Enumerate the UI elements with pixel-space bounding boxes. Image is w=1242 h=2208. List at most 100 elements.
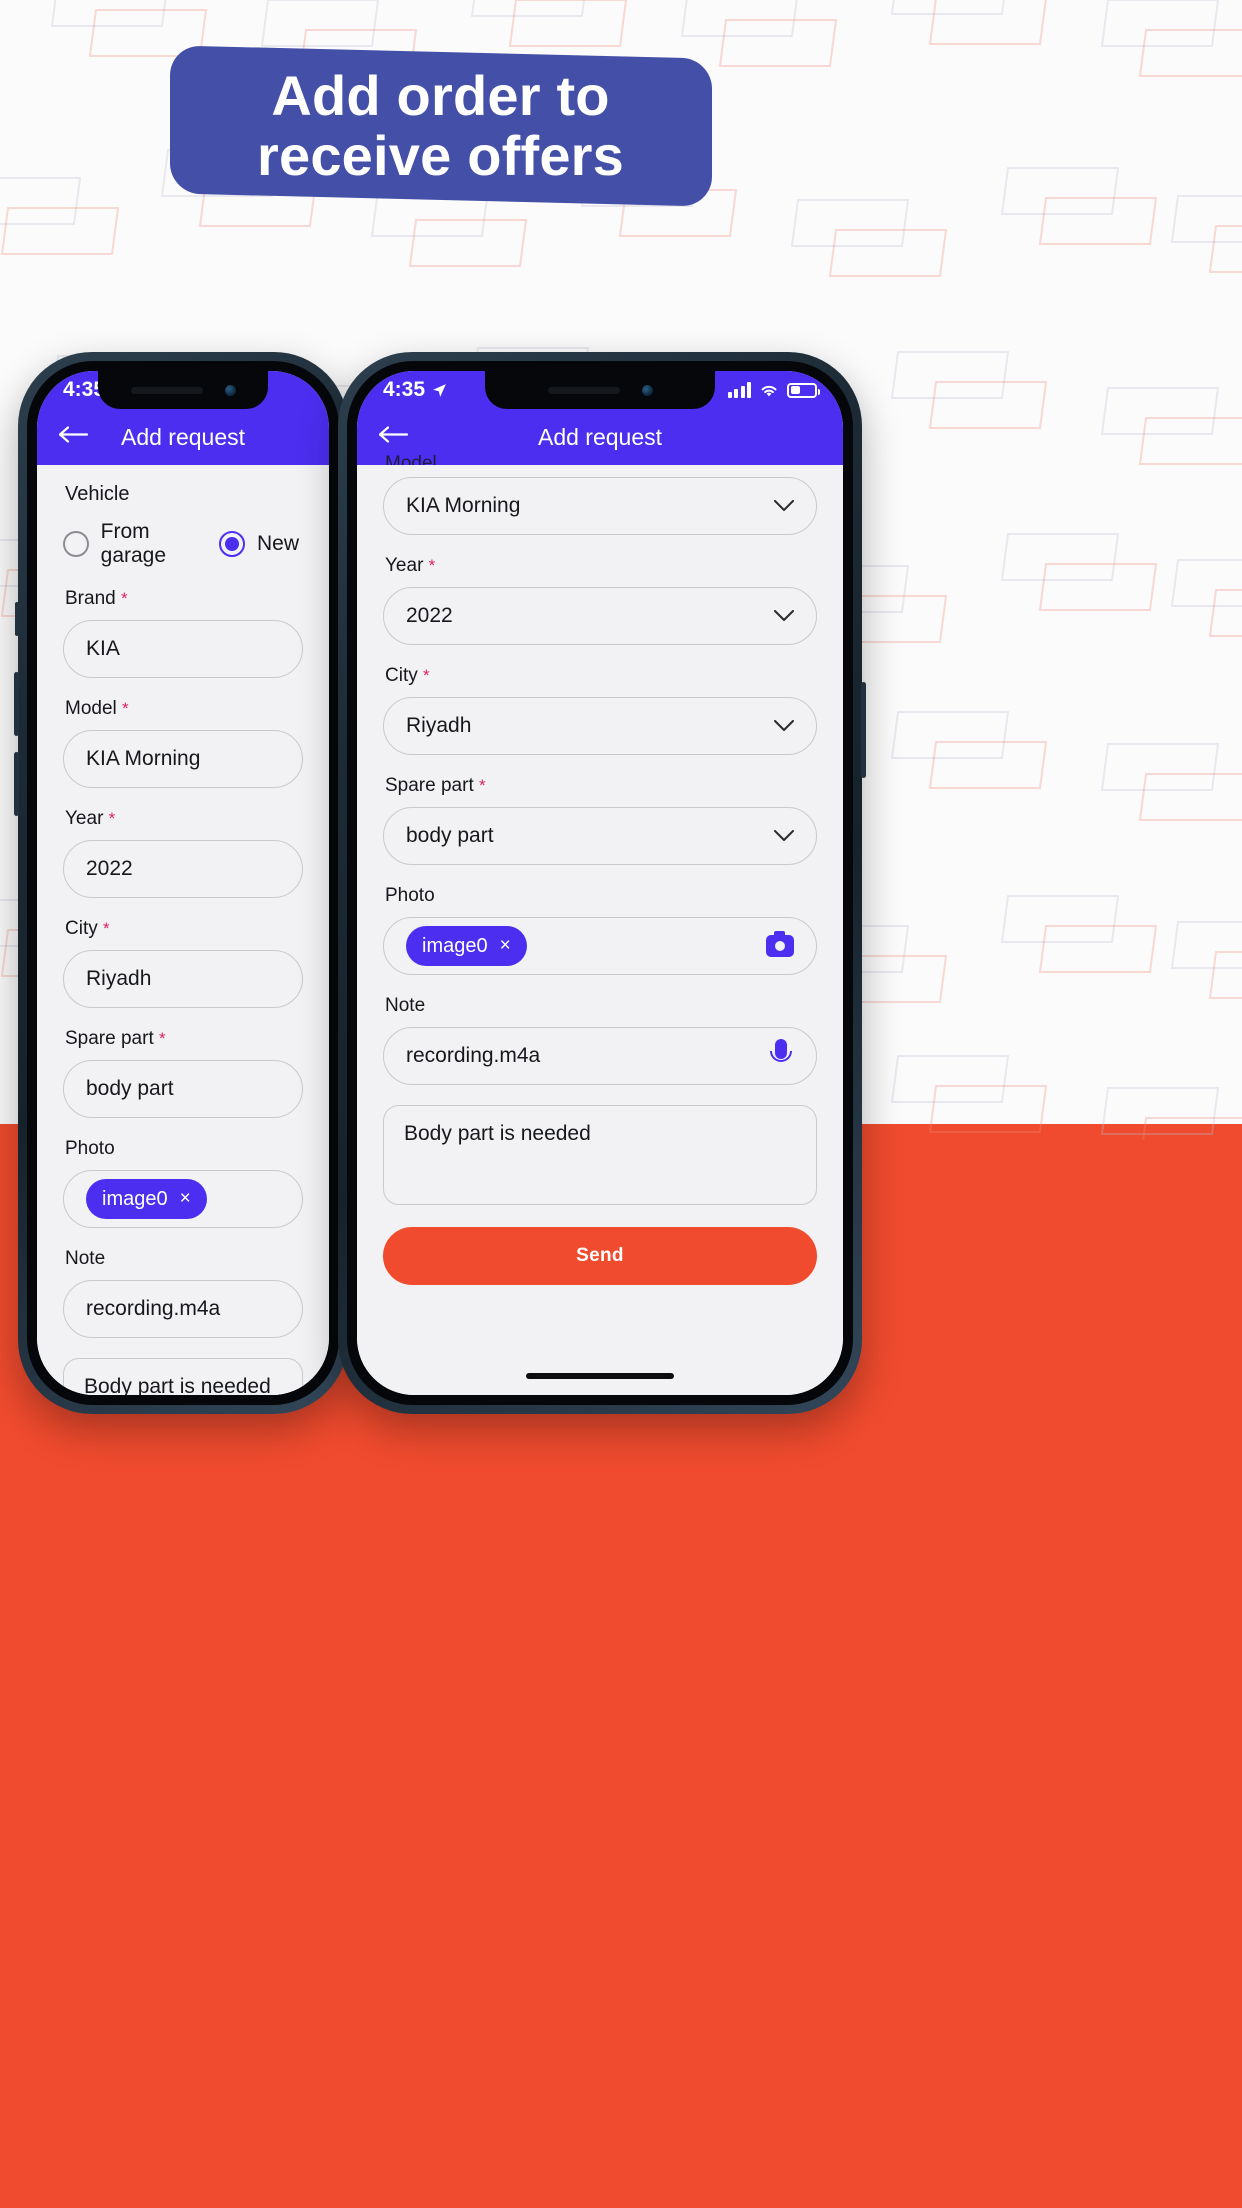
phone-left-notch: [98, 371, 268, 409]
model-label: Model *: [65, 698, 303, 720]
year-required-asterisk: *: [108, 809, 116, 828]
model-select[interactable]: KIA Morning: [63, 730, 303, 788]
cellular-signal-icon: [727, 382, 751, 398]
photo-chip[interactable]: image0 ×: [406, 926, 527, 966]
photo-field[interactable]: image0 ×: [63, 1170, 303, 1228]
note-label: Note: [65, 1248, 106, 1269]
radio-from-garage[interactable]: From garage: [63, 520, 219, 568]
location-arrow-icon: [433, 383, 446, 397]
front-camera-icon: [224, 384, 236, 396]
note-textarea[interactable]: Body part is needed: [63, 1358, 303, 1395]
chevron-down-icon: [774, 500, 794, 511]
phone-mockup-right: 4:35 Add request Model KIA Morning Year …: [338, 352, 866, 1414]
spare-part-select[interactable]: body part: [383, 807, 817, 865]
left-form-sheet: Vehicle From garage New Brand * KIA Mode…: [37, 465, 329, 1395]
microphone-icon[interactable]: [768, 1039, 794, 1073]
year-label: Year *: [385, 555, 817, 577]
spare-part-select[interactable]: body part: [63, 1060, 303, 1118]
screenshot-stage: Add order to receive offers 4:35 Add req…: [0, 0, 1242, 2208]
photo-field[interactable]: image0 ×: [383, 917, 817, 975]
year-value: 2022: [406, 604, 453, 627]
phone-right-notch: [485, 371, 715, 409]
note-label: Note: [385, 995, 426, 1016]
note-textarea-value: Body part is needed: [404, 1122, 591, 1145]
note-textarea-value: Body part is needed: [84, 1375, 271, 1395]
hero-banner-text: Add order to receive offers: [257, 64, 625, 187]
photo-label: Photo: [385, 885, 435, 906]
vehicle-section-label: Vehicle: [65, 483, 130, 505]
photo-chip-label: image0: [102, 1187, 168, 1210]
back-arrow-icon[interactable]: [378, 426, 409, 449]
right-form-sheet: Model KIA Morning Year * 2022 City * Riy…: [357, 453, 843, 1395]
phone-left-volume-up: [14, 672, 19, 736]
city-label: City *: [65, 918, 303, 940]
status-time: 4:35: [383, 378, 426, 401]
phone-right-screen: 4:35 Add request Model KIA Morning Year …: [357, 371, 843, 1395]
city-value: Riyadh: [86, 967, 152, 990]
note-recording-value: recording.m4a: [86, 1297, 221, 1320]
city-required-asterisk: *: [103, 919, 110, 938]
city-label: City *: [385, 665, 817, 687]
year-label-text: Year: [65, 808, 104, 829]
radio-new[interactable]: New: [218, 531, 299, 557]
battery-icon: [787, 382, 820, 398]
model-label-text: Model: [65, 698, 117, 719]
home-indicator: [526, 1373, 674, 1379]
spare-part-required-asterisk: *: [159, 1029, 166, 1048]
spare-part-label: Spare part *: [65, 1028, 303, 1050]
year-select[interactable]: 2022: [63, 840, 303, 898]
hero-banner: Add order to receive offers: [170, 45, 712, 207]
phone-left-screen: 4:35 Add request Vehicle From garage New…: [37, 371, 329, 1395]
note-textarea[interactable]: Body part is needed: [383, 1105, 817, 1205]
spare-part-label: Spare part *: [385, 775, 817, 797]
phone-left-mute-switch: [15, 602, 19, 636]
city-label-text: City: [385, 665, 418, 686]
city-select[interactable]: Riyadh: [383, 697, 817, 755]
year-label-text: Year: [385, 555, 424, 576]
vehicle-radio-group: From garage New: [63, 520, 303, 568]
year-required-asterisk: *: [428, 556, 436, 575]
brand-select[interactable]: KIA: [63, 620, 303, 678]
spare-part-value: body part: [406, 824, 494, 847]
note-recording-value: recording.m4a: [406, 1044, 541, 1067]
wifi-icon: [761, 385, 777, 396]
city-label-text: City: [65, 918, 98, 939]
photo-label: Photo: [65, 1138, 115, 1159]
radio-new-dot: [218, 531, 245, 557]
spare-part-label-text: Spare part: [385, 775, 474, 796]
camera-icon[interactable]: [766, 931, 794, 957]
photo-chip-label: image0: [422, 934, 488, 957]
spare-part-required-asterisk: *: [479, 776, 486, 795]
spare-part-value: body part: [86, 1077, 174, 1100]
left-nav-bar: Add request: [37, 409, 329, 465]
note-recording-field[interactable]: recording.m4a: [383, 1027, 817, 1085]
chevron-down-icon: [774, 830, 794, 841]
radio-from-garage-label: From garage: [100, 520, 167, 567]
year-select[interactable]: 2022: [383, 587, 817, 645]
back-arrow-icon[interactable]: [58, 426, 89, 449]
year-value: 2022: [86, 857, 133, 880]
right-nav-title: Add request: [537, 423, 663, 450]
chevron-down-icon: [774, 720, 794, 731]
chevron-down-icon: [774, 610, 794, 621]
radio-new-label: New: [256, 532, 299, 555]
model-value: KIA Morning: [406, 494, 521, 517]
model-value: KIA Morning: [86, 747, 201, 770]
brand-label-text: Brand: [65, 588, 116, 609]
photo-chip-remove-icon[interactable]: ×: [180, 1188, 191, 1210]
send-button[interactable]: Send: [383, 1227, 817, 1285]
front-camera-icon: [641, 384, 653, 396]
radio-from-garage-dot: [63, 531, 89, 557]
photo-chip-remove-icon[interactable]: ×: [500, 935, 511, 957]
photo-chip[interactable]: image0 ×: [86, 1179, 207, 1219]
phone-mockup-left: 4:35 Add request Vehicle From garage New…: [14, 352, 348, 1414]
brand-label: Brand *: [65, 588, 303, 610]
earpiece-speaker-icon: [130, 386, 203, 394]
model-label-clipped: Model: [385, 453, 437, 465]
phone-right-power-button: [861, 682, 866, 778]
model-select[interactable]: KIA Morning: [383, 477, 817, 535]
model-required-asterisk: *: [122, 699, 129, 718]
note-recording-field[interactable]: recording.m4a: [63, 1280, 303, 1338]
year-label: Year *: [65, 808, 303, 830]
city-select[interactable]: Riyadh: [63, 950, 303, 1008]
